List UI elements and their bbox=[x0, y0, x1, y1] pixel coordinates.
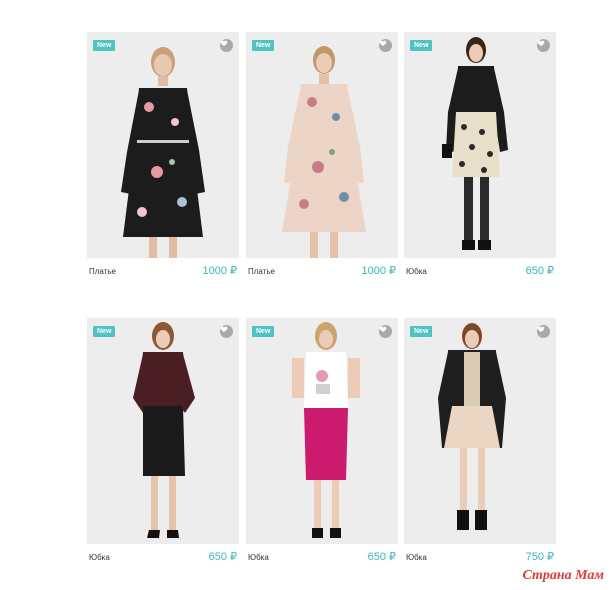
product-photo[interactable]: New bbox=[87, 318, 239, 544]
product-grid-page: New Платье 1000 ₽ New Платье 1000 ₽ New … bbox=[0, 0, 610, 590]
product-meta: Юбка 750 ₽ bbox=[404, 550, 556, 563]
new-badge: New bbox=[93, 40, 116, 51]
heart-icon[interactable] bbox=[379, 39, 392, 52]
product-photo[interactable]: New bbox=[404, 32, 556, 258]
product-category: Юбка bbox=[89, 553, 110, 562]
product-card[interactable]: New Платье 1000 ₽ bbox=[87, 32, 239, 277]
product-photo[interactable]: New bbox=[87, 32, 239, 258]
model-illustration bbox=[246, 318, 398, 544]
product-card[interactable]: New Юбка 650 ₽ bbox=[246, 318, 398, 563]
product-card[interactable]: New Юбка 750 ₽ bbox=[404, 318, 556, 563]
heart-icon[interactable] bbox=[220, 39, 233, 52]
new-badge: New bbox=[252, 326, 275, 337]
product-category: Юбка bbox=[406, 267, 427, 276]
heart-icon[interactable] bbox=[379, 325, 392, 338]
product-photo[interactable]: New bbox=[404, 318, 556, 544]
product-price: 650 ₽ bbox=[525, 265, 554, 277]
model-illustration bbox=[87, 32, 239, 258]
product-price: 750 ₽ bbox=[525, 551, 554, 563]
product-category: Платье bbox=[89, 267, 116, 276]
new-badge: New bbox=[410, 326, 433, 337]
product-meta: Юбка 650 ₽ bbox=[246, 550, 398, 563]
product-card[interactable]: New Платье 1000 ₽ bbox=[246, 32, 398, 277]
model-illustration bbox=[87, 318, 239, 544]
heart-icon[interactable] bbox=[220, 325, 233, 338]
product-category: Юбка bbox=[406, 553, 427, 562]
heart-icon[interactable] bbox=[537, 325, 550, 338]
model-illustration bbox=[246, 32, 398, 258]
heart-icon[interactable] bbox=[537, 39, 550, 52]
model-illustration bbox=[404, 32, 556, 258]
product-card[interactable]: New Юбка 650 ₽ bbox=[404, 32, 556, 277]
product-meta: Юбка 650 ₽ bbox=[404, 264, 556, 277]
product-meta: Юбка 650 ₽ bbox=[87, 550, 239, 563]
product-photo[interactable]: New bbox=[246, 318, 398, 544]
product-category: Платье bbox=[248, 267, 275, 276]
new-badge: New bbox=[410, 40, 433, 51]
new-badge: New bbox=[252, 40, 275, 51]
product-price: 1000 ₽ bbox=[361, 265, 396, 277]
model-illustration bbox=[404, 318, 556, 544]
product-category: Юбка bbox=[248, 553, 269, 562]
product-price: 650 ₽ bbox=[208, 551, 237, 563]
product-meta: Платье 1000 ₽ bbox=[246, 264, 398, 277]
product-grid: New Платье 1000 ₽ New Платье 1000 ₽ New … bbox=[0, 0, 610, 590]
product-price: 650 ₽ bbox=[367, 551, 396, 563]
site-watermark: Страна Мам bbox=[522, 568, 604, 583]
product-photo[interactable]: New bbox=[246, 32, 398, 258]
product-card[interactable]: New Юбка 650 ₽ bbox=[87, 318, 239, 563]
product-price: 1000 ₽ bbox=[202, 265, 237, 277]
product-meta: Платье 1000 ₽ bbox=[87, 264, 239, 277]
new-badge: New bbox=[93, 326, 116, 337]
